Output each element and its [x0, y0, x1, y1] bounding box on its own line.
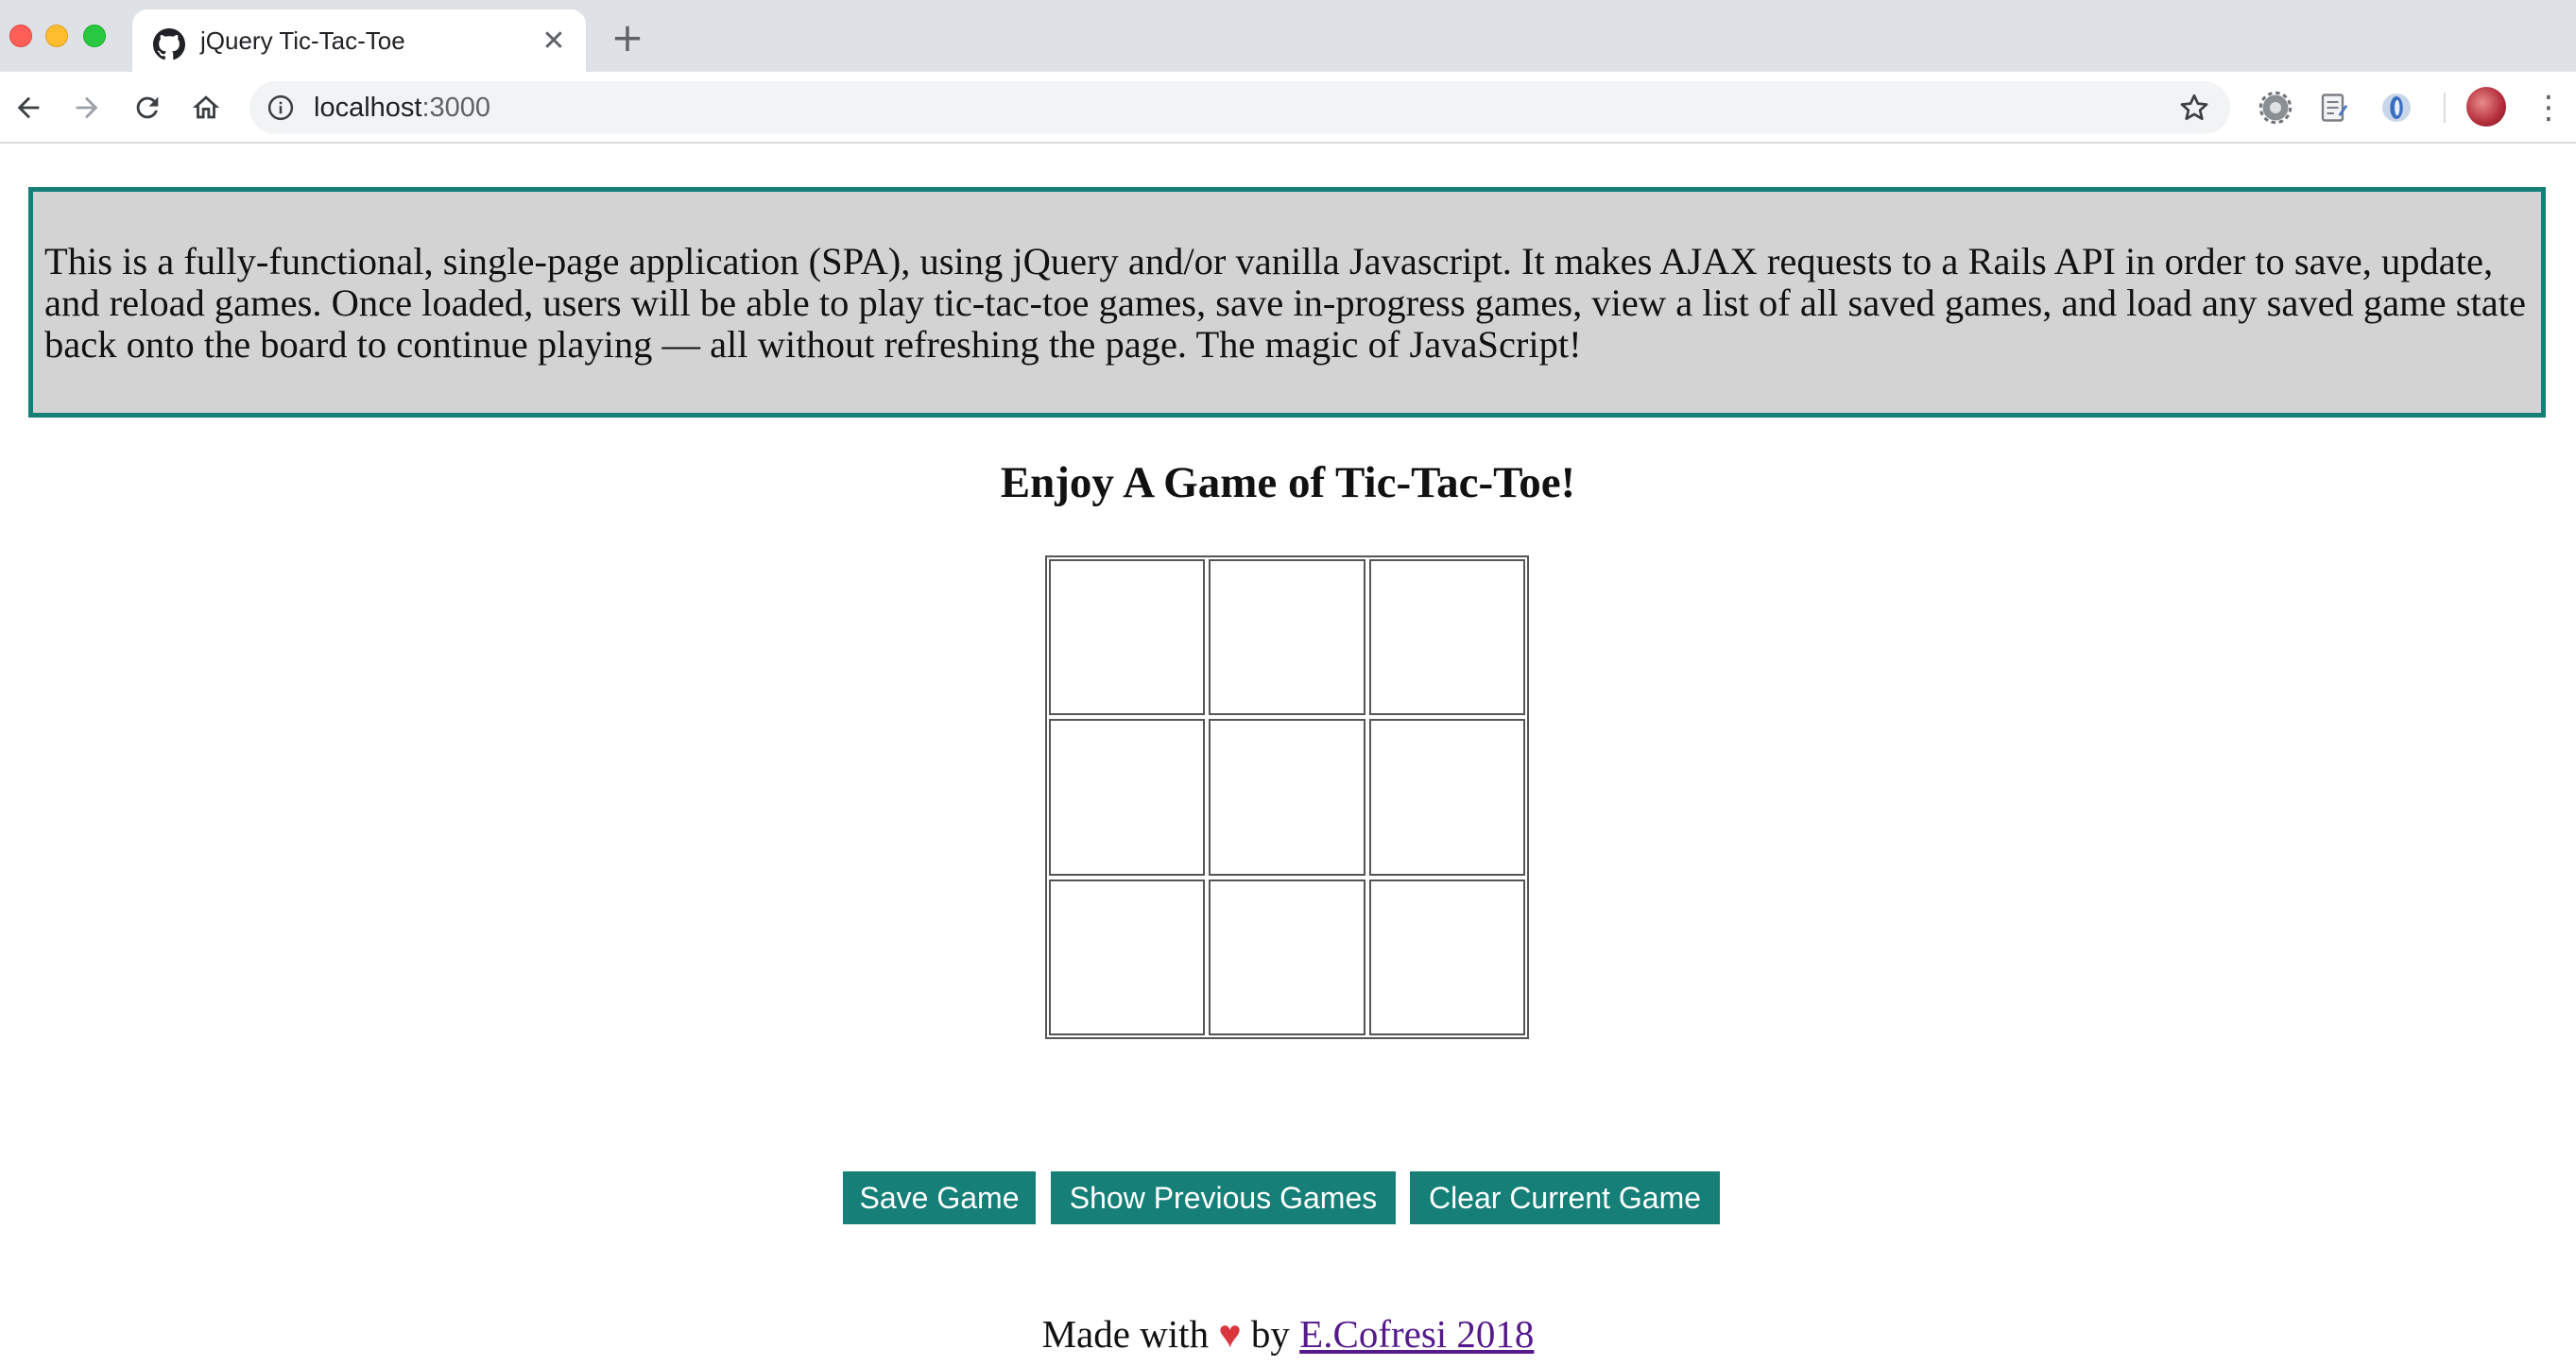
game-controls: Save Game Show Previous Games Clear Curr…	[0, 1171, 2576, 1224]
browser-toolbar: localhost:3000 ⋮	[0, 72, 2576, 144]
heart-icon: ♥	[1218, 1312, 1242, 1356]
forward-button[interactable]	[62, 83, 112, 132]
board-cell[interactable]	[1368, 719, 1525, 876]
extension-orb-icon[interactable]	[2379, 91, 2413, 125]
browser-tab-strip: jQuery Tic-Tac-Toe ✕ +	[0, 0, 2576, 72]
toolbar-divider	[2444, 93, 2446, 123]
address-bar[interactable]: localhost:3000	[249, 81, 2230, 134]
window-close-button[interactable]	[9, 25, 32, 47]
board-cell[interactable]	[1049, 879, 1206, 1035]
board-cell[interactable]	[1209, 879, 1365, 1035]
browser-menu-icon[interactable]: ⋮	[2533, 85, 2565, 130]
footer: Made with ♥ by E.Cofresi 2018	[0, 1311, 2576, 1357]
info-icon[interactable]	[266, 94, 295, 122]
github-icon	[153, 28, 185, 60]
board-cell[interactable]	[1368, 559, 1525, 716]
board-cell[interactable]	[1209, 719, 1365, 876]
url-port: :3000	[421, 93, 491, 123]
tab-close-icon[interactable]: ✕	[537, 25, 571, 59]
arrow-right-icon	[76, 96, 98, 119]
board-cell[interactable]	[1368, 879, 1525, 1035]
board-cell[interactable]	[1049, 559, 1206, 716]
home-button[interactable]	[181, 83, 231, 132]
reload-button[interactable]	[123, 83, 172, 132]
tic-tac-toe-board	[1045, 555, 1529, 1039]
url-text: localhost:3000	[314, 93, 490, 124]
browser-tab[interactable]: jQuery Tic-Tac-Toe ✕	[132, 9, 586, 72]
new-tab-button[interactable]: +	[609, 18, 646, 58]
home-icon	[192, 95, 220, 119]
intro-text: This is a fully-functional, single-page …	[44, 240, 2526, 366]
url-host: localhost	[314, 93, 422, 123]
footer-by: by	[1250, 1312, 1290, 1356]
board-cell[interactable]	[1049, 719, 1206, 876]
footer-prefix: Made with	[1041, 1312, 1210, 1356]
bookmark-star-icon[interactable]	[2177, 91, 2211, 125]
author-link[interactable]: E.Cofresi 2018	[1299, 1312, 1534, 1356]
window-maximize-button[interactable]	[83, 25, 106, 47]
save-game-button[interactable]: Save Game	[843, 1171, 1036, 1224]
arrow-left-icon	[17, 96, 40, 119]
window-minimize-button[interactable]	[45, 25, 68, 47]
show-previous-games-button[interactable]: Show Previous Games	[1051, 1171, 1396, 1224]
clear-current-game-button[interactable]: Clear Current Game	[1410, 1171, 1720, 1224]
profile-avatar[interactable]	[2466, 87, 2506, 127]
extension-notes-icon[interactable]	[2317, 91, 2351, 125]
page-title: Enjoy A Game of Tic-Tac-Toe!	[1000, 458, 1576, 507]
intro-panel: This is a fully-functional, single-page …	[28, 187, 2546, 418]
reload-icon	[136, 96, 159, 119]
tab-title: jQuery Tic-Tac-Toe	[200, 26, 405, 55]
back-button[interactable]	[4, 83, 53, 132]
board-cell[interactable]	[1209, 559, 1365, 716]
extension-gear-icon[interactable]	[2258, 91, 2293, 125]
